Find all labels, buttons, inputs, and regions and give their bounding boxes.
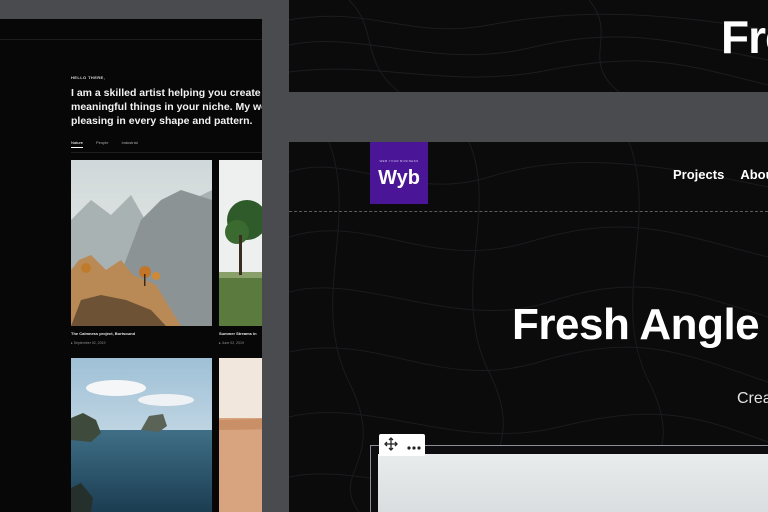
mountain-photo[interactable] bbox=[71, 160, 212, 326]
hero-heading-fragment: Fre bbox=[721, 11, 768, 63]
logo-tagline: WEB YOUR BUSINESS bbox=[379, 159, 419, 163]
sea-cliff-photo[interactable] bbox=[71, 358, 212, 512]
logo-wordmark: Wyb bbox=[378, 167, 420, 189]
card-title[interactable]: The Calmness project, Bortsound bbox=[71, 331, 135, 336]
site-nav: Projects About bbox=[673, 167, 768, 182]
tabs-divider bbox=[71, 152, 262, 153]
hero-subtitle: Crea bbox=[737, 390, 768, 407]
image-placeholder bbox=[378, 454, 768, 512]
desert-photo[interactable] bbox=[219, 358, 262, 512]
date-text: September 02, 2019 bbox=[73, 341, 106, 345]
hero-title: Fresh Angle bbox=[512, 300, 760, 349]
header-divider bbox=[0, 39, 262, 40]
portfolio-preview-panel: HELLO THERE, I am a skilled artist helpi… bbox=[0, 19, 262, 512]
selected-image-block[interactable] bbox=[370, 445, 768, 512]
nav-projects[interactable]: Projects bbox=[673, 167, 724, 182]
tab-industrial[interactable]: Industrial bbox=[121, 140, 137, 148]
site-logo[interactable]: WEB YOUR BUSINESS Wyb bbox=[370, 142, 428, 204]
top-preview-panel: Fre bbox=[289, 0, 768, 92]
date-text: June 02, 2019 bbox=[221, 341, 244, 345]
tab-nature[interactable]: Nature bbox=[71, 140, 84, 148]
header-dashed-divider bbox=[289, 211, 768, 212]
tab-people[interactable]: People bbox=[96, 140, 108, 148]
nav-about[interactable]: About bbox=[740, 167, 768, 182]
eyebrow-text: HELLO THERE, bbox=[71, 75, 106, 80]
contour-background bbox=[289, 0, 768, 92]
card-date: ▸ June 02, 2019 bbox=[219, 341, 244, 345]
more-options-icon[interactable] bbox=[406, 437, 421, 453]
card-date: ▸ September 02, 2019 bbox=[71, 341, 106, 345]
block-toolbar bbox=[379, 434, 425, 456]
tree-field-photo[interactable] bbox=[219, 160, 262, 326]
site-preview-panel: WEB YOUR BUSINESS Wyb Projects About Fre… bbox=[289, 142, 768, 512]
move-icon[interactable] bbox=[383, 436, 398, 454]
filter-tabs: Nature People Industrial bbox=[71, 140, 138, 148]
intro-headline: I am a skilled artist helping you create… bbox=[71, 87, 262, 127]
card-title[interactable]: Summer Streams in bbox=[219, 331, 257, 336]
